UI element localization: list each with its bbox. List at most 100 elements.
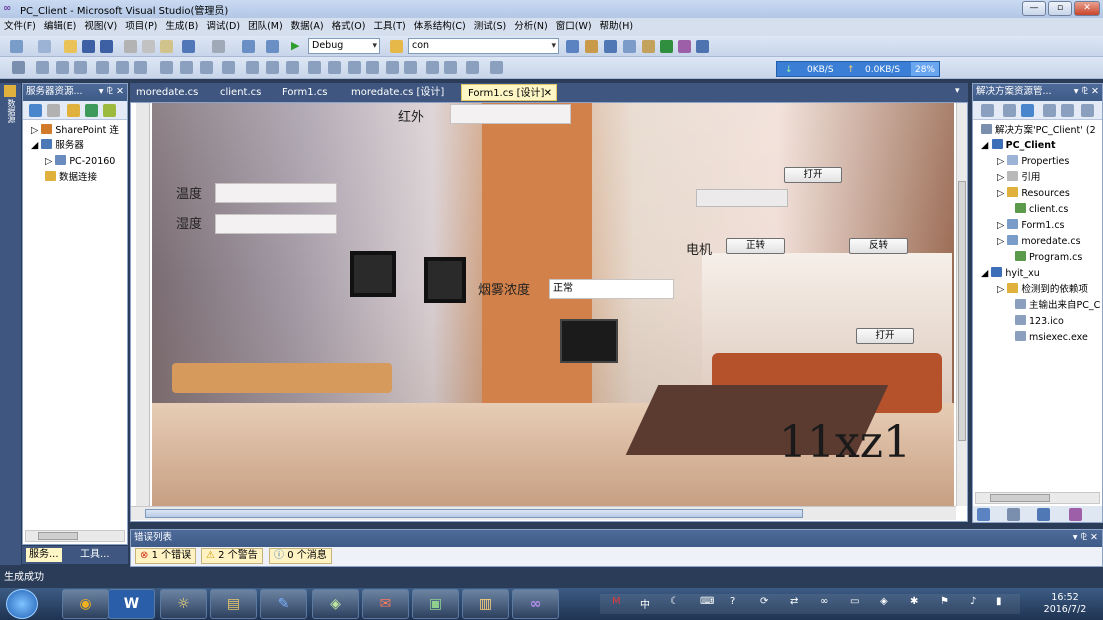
messages-filter-button[interactable]: ⓘ 0 个消息: [269, 548, 332, 564]
cut-icon[interactable]: [124, 40, 137, 53]
tray-signal-icon[interactable]: ▮: [996, 596, 1002, 607]
tray-help-icon[interactable]: ?: [730, 596, 735, 607]
properties-icon[interactable]: [585, 40, 598, 53]
menu-edit[interactable]: 编辑(E): [40, 18, 80, 35]
connect-server-icon[interactable]: [85, 104, 98, 117]
close-button[interactable]: ✕: [1074, 1, 1100, 16]
menu-data[interactable]: 数据(A): [287, 18, 328, 35]
find-in-files-icon[interactable]: [390, 40, 403, 53]
resource-view-tab-icon[interactable]: [1069, 508, 1082, 521]
align-bottom-icon[interactable]: [134, 61, 147, 74]
error-list-pin-controls[interactable]: ▾ ⅊ ✕: [1073, 530, 1098, 546]
center-horizontally-icon[interactable]: [386, 61, 399, 74]
taskbar-app-monitor[interactable]: ▣: [412, 589, 459, 619]
tray-network-icon[interactable]: ⇄: [790, 596, 798, 607]
start-button[interactable]: [6, 589, 38, 619]
tree-node-servers[interactable]: ◢ 服务器: [31, 139, 84, 153]
temperature-textbox[interactable]: [215, 183, 337, 203]
center-vertically-icon[interactable]: [404, 61, 417, 74]
align-middle-icon[interactable]: [116, 61, 129, 74]
designer-v-scrollbar[interactable]: [956, 103, 967, 506]
menu-window[interactable]: 窗口(W): [552, 18, 596, 35]
tab-client-cs[interactable]: client.cs: [214, 84, 267, 101]
tree-node-sharepoint[interactable]: ▷ SharePoint 连: [31, 124, 119, 138]
team-explorer-tab-icon[interactable]: [1007, 508, 1020, 521]
tree-node-resources[interactable]: ▷ Resources: [997, 187, 1070, 201]
taskbar-app-shield[interactable]: ◈: [312, 589, 359, 619]
save-all-icon[interactable]: [100, 40, 113, 53]
align-top-icon[interactable]: [96, 61, 109, 74]
taskbar-app-chart[interactable]: ▥: [462, 589, 509, 619]
windows-icon[interactable]: [696, 40, 709, 53]
menu-test[interactable]: 测试(S): [470, 18, 510, 35]
errors-filter-button[interactable]: ⊗ 1 个错误: [135, 548, 197, 564]
view-code-icon[interactable]: [1043, 104, 1056, 117]
menu-architecture[interactable]: 体系结构(C): [410, 18, 470, 35]
taskbar-app-visual-studio[interactable]: ∞: [512, 589, 559, 619]
start-page-icon[interactable]: [678, 40, 691, 53]
designer-h-scrollbar[interactable]: [131, 506, 956, 520]
tree-node-pc-client[interactable]: ◢ PC_Client: [981, 139, 1056, 153]
start-debug-icon[interactable]: ▶: [291, 40, 304, 53]
paste-icon[interactable]: [160, 40, 173, 53]
tree-node-primary-output[interactable]: 主输出来自PC_C: [1015, 299, 1100, 313]
redo-icon[interactable]: [212, 40, 225, 53]
tree-node-pc[interactable]: ▷ PC-20160: [45, 155, 115, 169]
solution-explorer-pin-controls[interactable]: ▾ ⅊ ✕: [1074, 84, 1099, 100]
scrollbar-thumb[interactable]: [990, 494, 1050, 502]
motor-forward-button[interactable]: 正转: [726, 238, 785, 254]
tray-bluetooth-icon[interactable]: ✱: [910, 596, 918, 607]
increase-v-spacing-icon[interactable]: [328, 61, 341, 74]
tray-lang-icon[interactable]: 中: [640, 596, 650, 611]
warnings-filter-button[interactable]: ⚠ 2 个警告: [201, 548, 263, 564]
align-right-icon[interactable]: [74, 61, 87, 74]
tab-form1-design[interactable]: Form1.cs [设计] ✕: [461, 84, 557, 101]
menu-project[interactable]: 项目(P): [121, 18, 161, 35]
smoke-density-textbox[interactable]: 正常: [549, 279, 674, 299]
taskbar-app-picasa[interactable]: ◉: [62, 589, 109, 619]
server-explorer-pin-controls[interactable]: ▾ ⅊ ✕: [99, 84, 124, 100]
tree-node-solution[interactable]: 解决方案'PC_Client' (2: [981, 124, 1096, 138]
tree-node-references[interactable]: ▷ 引用: [997, 171, 1040, 185]
object-browser-icon[interactable]: [604, 40, 617, 53]
tab-form1-cs[interactable]: Form1.cs: [276, 84, 333, 101]
extension-icon[interactable]: [660, 40, 673, 53]
save-icon[interactable]: [82, 40, 95, 53]
toolbox-icon[interactable]: [623, 40, 636, 53]
tree-node-properties[interactable]: ▷ Properties: [997, 155, 1069, 169]
taskbar-app-editor[interactable]: ✎: [260, 589, 307, 619]
taskbar-app-explorer[interactable]: ▤: [210, 589, 257, 619]
menu-team[interactable]: 团队(M): [244, 18, 287, 35]
navigate-forward-icon[interactable]: [266, 40, 279, 53]
ime-icon[interactable]: M: [612, 596, 621, 607]
motor-reverse-button[interactable]: 反转: [849, 238, 908, 254]
tree-node-123-ico[interactable]: 123.ico: [1015, 315, 1064, 329]
open-light-button[interactable]: 打开: [784, 167, 842, 183]
tray-volume-icon[interactable]: ♪: [970, 596, 976, 607]
same-width-icon[interactable]: [160, 61, 173, 74]
designer-h-thumb[interactable]: [145, 509, 803, 518]
navigate-back-icon[interactable]: [242, 40, 255, 53]
v-spacing-icon[interactable]: [308, 61, 321, 74]
server-explorer-tab[interactable]: 服务...: [26, 548, 62, 562]
tab-moredate-cs[interactable]: moredate.cs: [130, 84, 204, 101]
copy-icon[interactable]: [142, 40, 155, 53]
infrared-textbox[interactable]: [450, 104, 571, 124]
toolbox-tab[interactable]: 工具...: [80, 548, 110, 562]
same-height-icon[interactable]: [180, 61, 193, 74]
remove-v-spacing-icon[interactable]: [366, 61, 379, 74]
new-project-icon[interactable]: [10, 40, 23, 53]
class-diagram-icon[interactable]: [1081, 104, 1094, 117]
tray-moon-icon[interactable]: ☾: [670, 596, 679, 607]
view-designer-icon[interactable]: [1061, 104, 1074, 117]
tray-vs-icon[interactable]: ∞: [820, 596, 828, 607]
designer-v-thumb[interactable]: [958, 181, 966, 441]
solution-h-scrollbar[interactable]: [975, 492, 1100, 504]
increase-h-spacing-icon[interactable]: [266, 61, 279, 74]
send-to-back-icon[interactable]: [444, 61, 457, 74]
tree-node-msiexec[interactable]: msiexec.exe: [1015, 331, 1088, 345]
tree-node-program-cs[interactable]: Program.cs: [1015, 251, 1082, 265]
tray-sync-icon[interactable]: ⟳: [760, 596, 768, 607]
tree-node-form1-cs[interactable]: ▷ Form1.cs: [997, 219, 1065, 233]
show-all-files-icon[interactable]: [1003, 104, 1016, 117]
